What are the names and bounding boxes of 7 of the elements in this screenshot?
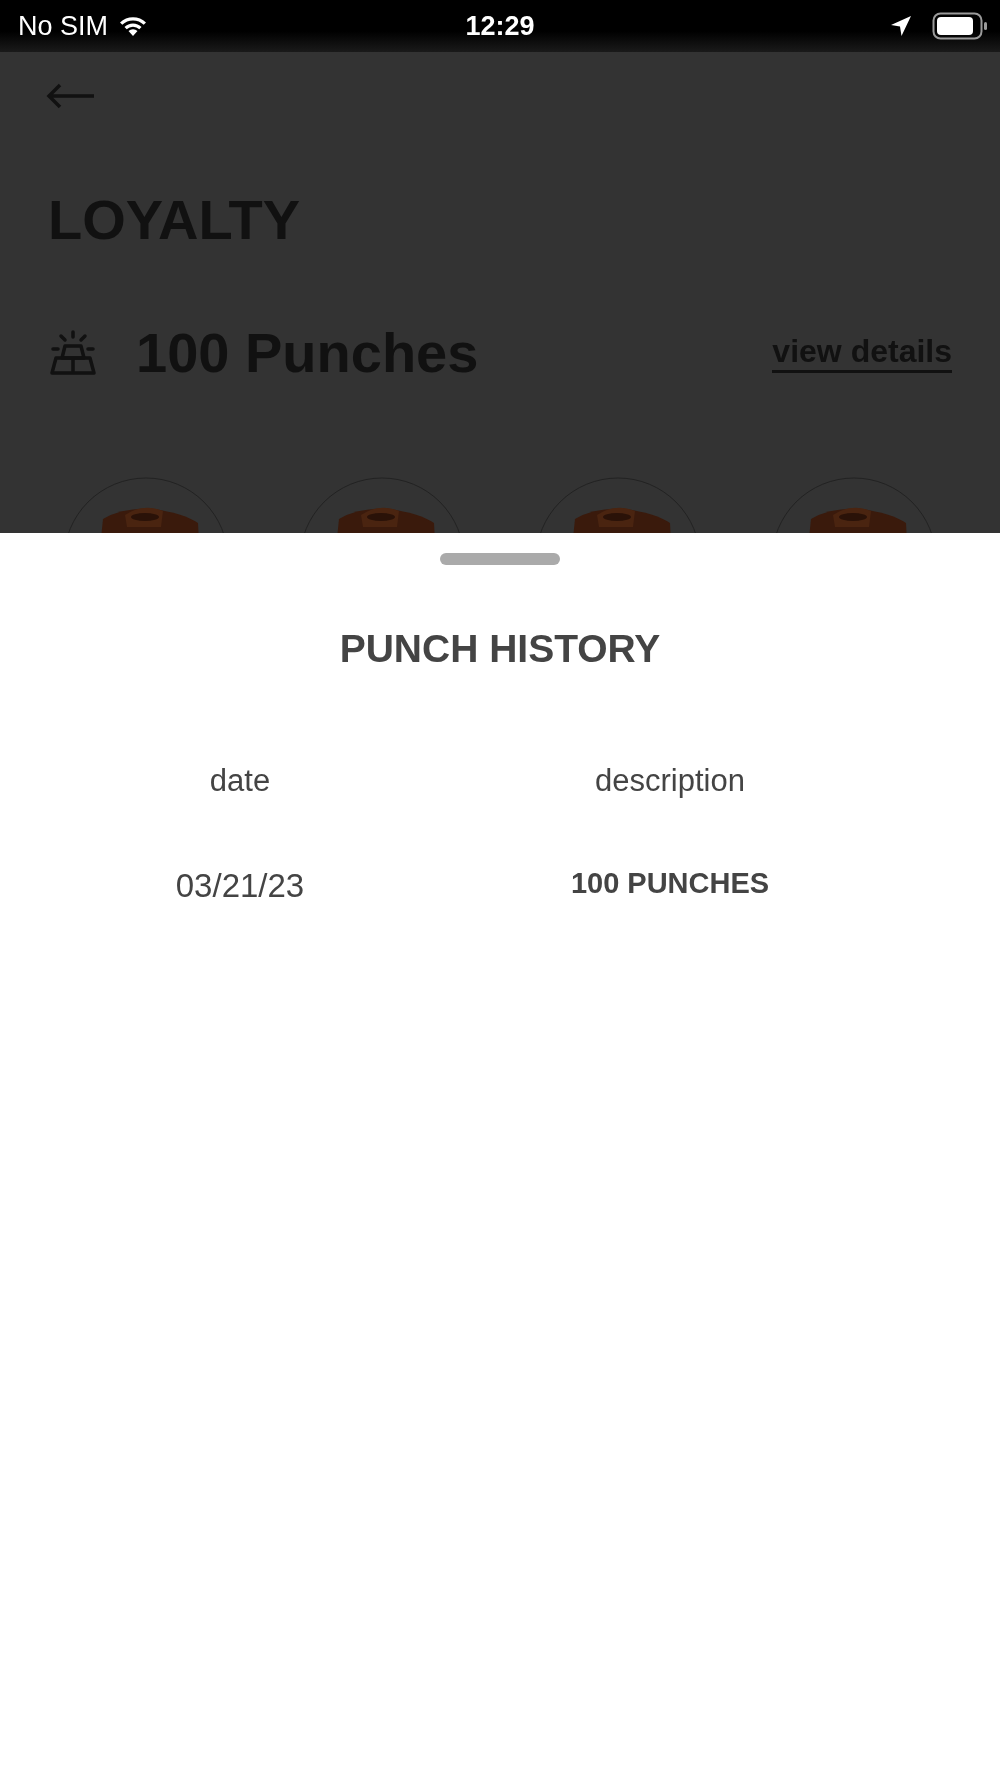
carrier-label: No SIM — [18, 10, 109, 42]
sheet-title: PUNCH HISTORY — [339, 627, 661, 671]
column-header: description — [594, 763, 746, 799]
description-cell-text: 100 PUNCHES — [569, 867, 771, 901]
date-cell-text: 03/21/23 — [174, 867, 306, 905]
clock-time: 12:29 — [465, 10, 535, 42]
column-header: date — [208, 763, 272, 799]
